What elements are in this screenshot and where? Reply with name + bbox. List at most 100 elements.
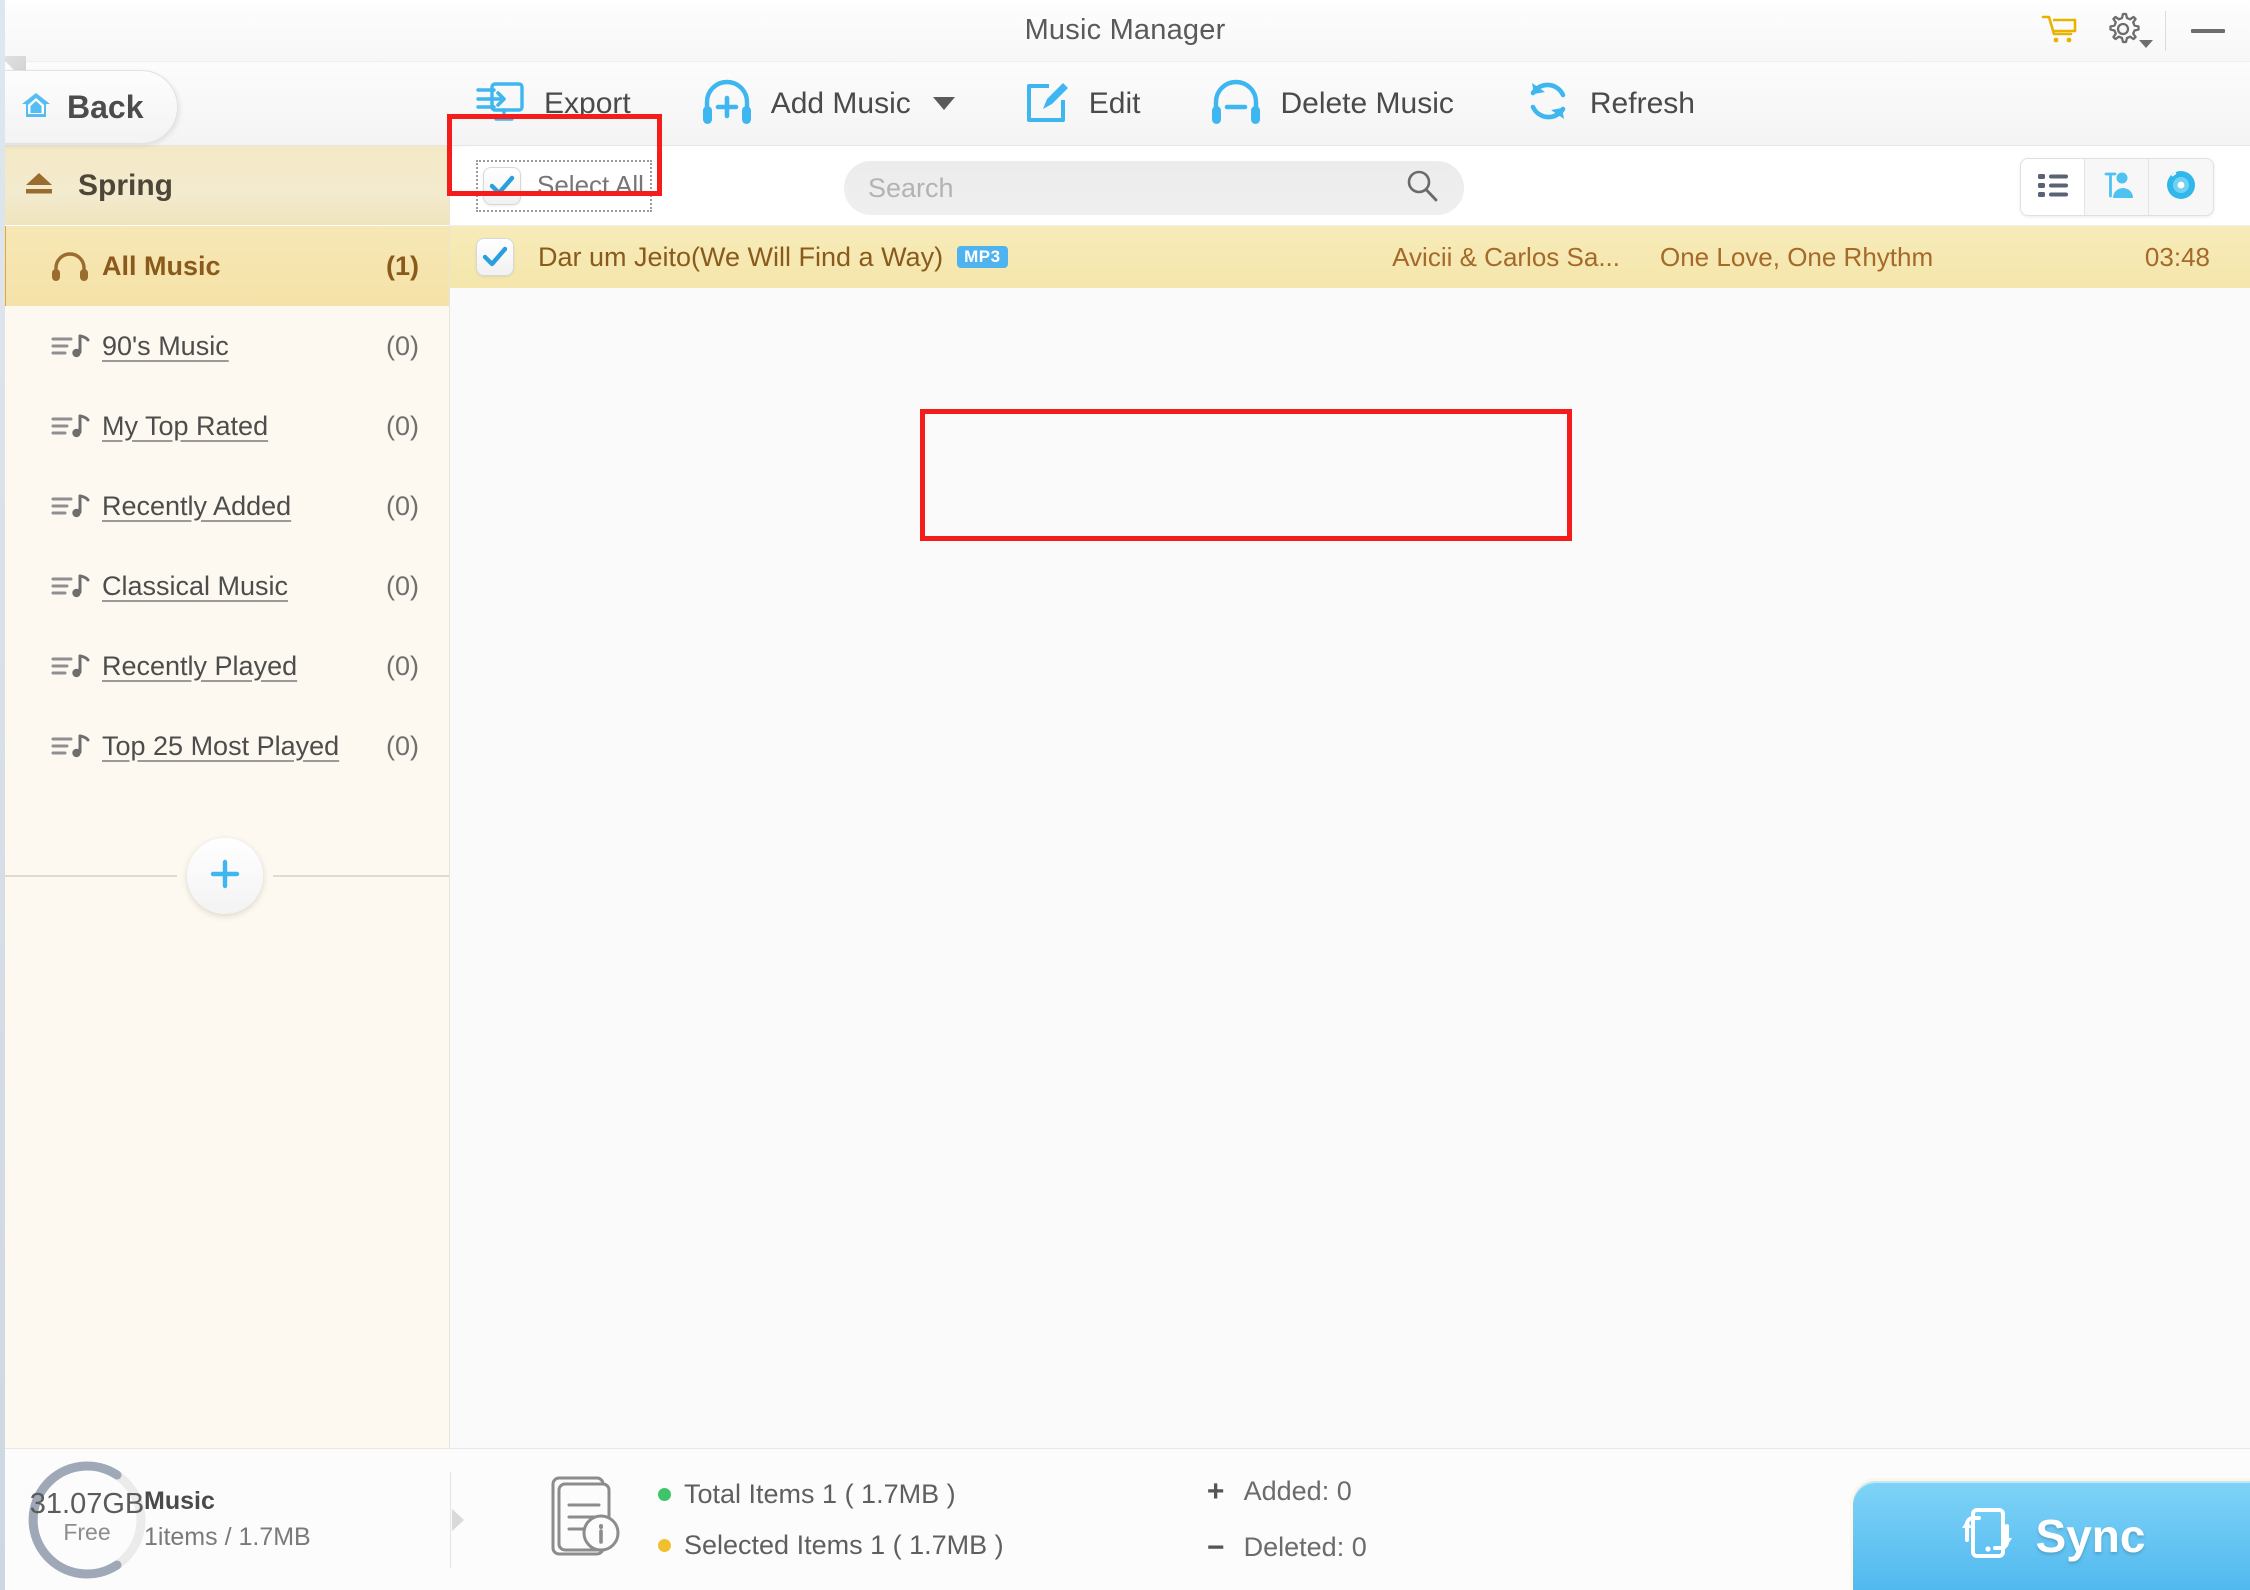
sidebar-item-count: (0) <box>386 650 419 681</box>
artist-view-button[interactable] <box>2085 159 2149 215</box>
change-counters: + Added: 0 − Deleted: 0 <box>1204 1475 1367 1565</box>
row-checkbox-cell <box>476 238 538 276</box>
storage-ring: 31.07GB Free <box>22 1455 152 1585</box>
edit-icon <box>1023 76 1073 131</box>
delete-music-icon <box>1208 76 1264 131</box>
window-title: Music Manager <box>1024 14 1226 46</box>
chevron-down-icon[interactable] <box>932 97 955 110</box>
track-album: One Love, One Rhythm <box>1660 241 1934 272</box>
select-all-label: Select All <box>537 170 644 200</box>
search-input[interactable]: Search <box>868 173 1404 204</box>
storage-free-size: 31.07GB <box>29 1487 145 1520</box>
list-view-icon <box>2036 170 2070 205</box>
view-mode-group <box>2020 158 2214 216</box>
sidebar-item-count: (0) <box>386 570 419 601</box>
status-divider <box>450 1471 451 1568</box>
table-row[interactable]: Dar um Jeito(We Will Find a Way) MP3 Avi… <box>450 226 2250 288</box>
total-items-line: Total Items 1 ( 1.7MB ) <box>658 1479 1004 1510</box>
content-area: Spring All Music (1) 90's Music (0) My T… <box>0 146 2250 1448</box>
sidebar-item-classical-music[interactable]: Classical Music (0) <box>0 546 449 626</box>
added-label: Added: 0 <box>1243 1476 1352 1506</box>
sidebar-item-recently-played[interactable]: Recently Played (0) <box>0 626 449 706</box>
edit-button[interactable]: Edit <box>989 62 1175 145</box>
track-rows: Dar um Jeito(We Will Find a Way) MP3 Avi… <box>450 226 2250 1448</box>
sidebar-item-recently-added[interactable]: Recently Added (0) <box>0 466 449 546</box>
list-view-button[interactable] <box>2021 159 2085 215</box>
playlist-icon <box>50 731 102 761</box>
selected-items-label: Selected Items 1 ( 1.7MB ) <box>684 1529 1004 1560</box>
sidebar-item-label: Recently Added <box>102 490 292 521</box>
add-music-label: Add Music <box>770 86 911 120</box>
deleted-line: − Deleted: 0 <box>1204 1531 1367 1565</box>
format-badge: MP3 <box>957 246 1008 268</box>
back-button[interactable]: Back <box>0 70 178 144</box>
artist-view-icon <box>2100 169 2134 206</box>
refresh-button[interactable]: Refresh <box>1488 61 1729 146</box>
add-playlist-row <box>0 786 449 966</box>
sidebar-item-label: Classical Music <box>102 570 289 601</box>
export-button[interactable]: Export <box>440 60 665 147</box>
add-music-button[interactable]: Add Music <box>665 62 989 145</box>
status-dot-green-icon <box>658 1487 671 1501</box>
storage-free-label: Free <box>63 1518 111 1545</box>
music-list-panel: Select All Search Dar um Jeito(We Will F… <box>450 146 2250 1448</box>
sidebar-item-90s-music[interactable]: 90's Music (0) <box>0 306 449 386</box>
items-summary: Total Items 1 ( 1.7MB ) Selected Items 1… <box>544 1471 1004 1568</box>
search-icon[interactable] <box>1404 168 1440 209</box>
divider-left <box>0 875 177 877</box>
search-box[interactable]: Search <box>844 161 1464 215</box>
deleted-label: Deleted: 0 <box>1243 1532 1367 1562</box>
status-bar: 31.07GB Free Music 1items / 1.7MB Total … <box>0 1448 2250 1590</box>
divider-right <box>272 875 449 877</box>
storage-meta: Music 1items / 1.7MB <box>144 1487 311 1552</box>
controls-divider <box>2165 11 2166 51</box>
add-playlist-button[interactable] <box>186 838 263 914</box>
storage-category: Music <box>144 1487 215 1515</box>
plus-icon <box>207 856 243 897</box>
select-all-checkbox[interactable] <box>483 166 521 205</box>
expand-arrow-icon[interactable] <box>452 1508 464 1531</box>
storage-usage: 1items / 1.7MB <box>144 1523 311 1551</box>
sync-button[interactable]: Sync <box>1850 1478 2250 1590</box>
minimize-button[interactable] <box>2176 4 2240 58</box>
playlist-icon <box>50 651 102 681</box>
added-line: + Added: 0 <box>1204 1475 1367 1509</box>
selection-highlight-box <box>920 409 1572 541</box>
sidebar-item-label: 90's Music <box>102 330 229 361</box>
delete-music-button[interactable]: Delete Music <box>1174 62 1487 145</box>
sidebar-item-count: (0) <box>386 410 419 441</box>
selected-items-line: Selected Items 1 ( 1.7MB ) <box>658 1530 1004 1561</box>
sidebar-item-label: Recently Played <box>102 650 298 681</box>
document-info-icon <box>544 1471 624 1568</box>
status-dot-amber-icon <box>658 1538 671 1552</box>
item-stat-lines: Total Items 1 ( 1.7MB ) Selected Items 1… <box>658 1479 1004 1561</box>
sync-icon <box>1958 1502 2016 1569</box>
chevron-down-icon <box>2139 40 2153 48</box>
settings-button[interactable] <box>2091 4 2155 58</box>
select-all-control[interactable]: Select All <box>476 159 652 212</box>
device-header[interactable]: Spring <box>0 146 449 226</box>
storage-indicator: 31.07GB Free Music 1items / 1.7MB <box>0 1455 450 1585</box>
sync-label: Sync <box>2035 1509 2146 1562</box>
minus-sign-icon: − <box>1206 1530 1225 1564</box>
music-manager-window: Music Manager Back Export Add Music Edit… <box>0 0 2250 1590</box>
album-view-button[interactable] <box>2149 159 2213 215</box>
sidebar-item-count: (0) <box>386 490 419 521</box>
sidebar-item-count: (0) <box>386 330 419 361</box>
total-items-label: Total Items 1 ( 1.7MB ) <box>684 1478 956 1509</box>
title-bar: Music Manager <box>0 0 2250 62</box>
row-checkbox[interactable] <box>476 238 514 276</box>
track-artist: Avicii & Carlos Sa... <box>1392 241 1620 272</box>
sidebar-item-label: My Top Rated <box>102 410 269 441</box>
eject-icon[interactable] <box>22 169 56 202</box>
playlist-icon <box>50 491 102 521</box>
delete-music-label: Delete Music <box>1280 86 1454 120</box>
sidebar-item-my-top-rated[interactable]: My Top Rated (0) <box>0 386 449 466</box>
sidebar-item-all-music[interactable]: All Music (1) <box>0 226 449 306</box>
home-icon <box>19 90 53 125</box>
cart-button[interactable] <box>2027 4 2091 58</box>
sidebar-item-top-25-most-played[interactable]: Top 25 Most Played (0) <box>0 706 449 786</box>
album-view-icon <box>2164 168 2198 207</box>
gear-icon <box>2104 10 2142 53</box>
window-left-edge <box>0 0 5 1590</box>
